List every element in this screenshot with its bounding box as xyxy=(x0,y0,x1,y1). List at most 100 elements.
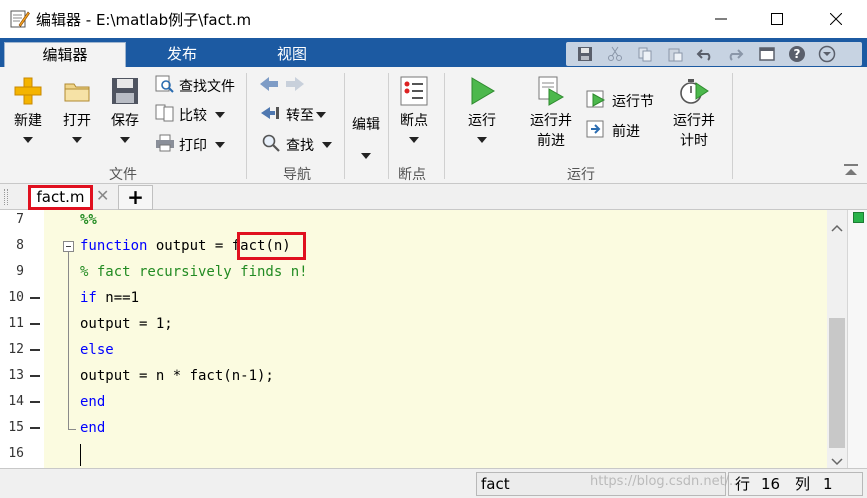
breakpoint-dash[interactable] xyxy=(30,401,40,403)
keyword: if xyxy=(80,290,97,306)
breakpoint-dash[interactable] xyxy=(30,297,40,299)
edit-button[interactable]: 编辑 xyxy=(346,115,386,163)
find-label: 查找 xyxy=(286,138,314,154)
back-forward-buttons[interactable] xyxy=(258,75,310,97)
close-window-button[interactable] xyxy=(808,0,864,38)
breakpoint-dash[interactable] xyxy=(30,375,40,377)
vertical-scrollbar[interactable] xyxy=(827,210,847,468)
keyword: end xyxy=(80,420,106,436)
scrollbar-thumb[interactable] xyxy=(829,318,845,448)
code-analyzer-strip xyxy=(847,210,867,468)
help-icon[interactable]: ? xyxy=(786,44,808,64)
run-and-advance-button[interactable]: 运行并 前进 xyxy=(522,75,580,151)
file-group-label: 文件 xyxy=(109,167,137,183)
compare-button[interactable]: 比较 xyxy=(155,104,225,126)
breakpoints-button[interactable]: 断点 xyxy=(392,75,436,147)
line-number: 13 xyxy=(8,368,24,383)
cursor-position: 行 16 列 1 xyxy=(728,472,863,496)
run-button[interactable]: 运行 xyxy=(458,75,506,147)
print-button[interactable]: 打印 xyxy=(155,134,225,156)
run-advance-label-2: 前进 xyxy=(537,133,565,149)
code-editor[interactable]: 7 %% 8 function output = fact(n) 9 % fac… xyxy=(0,210,867,468)
tab-editor[interactable]: 编辑器 xyxy=(4,42,126,67)
chevron-down-icon xyxy=(409,137,419,143)
run-and-time-button[interactable]: 运行并 计时 xyxy=(664,75,724,151)
search-icon xyxy=(262,134,286,156)
forward-arrow-icon[interactable] xyxy=(284,75,310,97)
code-text: if n==1 xyxy=(80,285,139,311)
code-line: 7 %% xyxy=(0,207,827,233)
ribbon-tab-strip: 编辑器 发布 视图 ? xyxy=(0,38,867,67)
drag-grip-icon[interactable] xyxy=(4,189,8,205)
tab-publish[interactable]: 发布 xyxy=(130,42,234,67)
col-label: 列 xyxy=(795,475,811,493)
breakpoint-dash[interactable] xyxy=(30,323,40,325)
tab-view[interactable]: 视图 xyxy=(240,42,344,67)
code-analyzer-ok-indicator[interactable] xyxy=(853,212,864,223)
dropdown-icon[interactable] xyxy=(816,44,838,64)
cut-icon[interactable] xyxy=(604,44,626,64)
code-line: 9 % fact recursively finds n! xyxy=(0,259,827,285)
close-tab-icon[interactable]: ✕ xyxy=(96,188,110,204)
run-advance-icon xyxy=(535,76,567,111)
run-section-icon xyxy=(586,89,612,113)
save-icon[interactable] xyxy=(574,44,596,64)
chevron-down-icon xyxy=(72,137,82,143)
breakpoints-label: 断点 xyxy=(400,113,428,129)
code-segment: n==1 xyxy=(96,290,140,306)
compare-icon xyxy=(155,104,179,126)
back-arrow-icon[interactable] xyxy=(258,75,284,97)
play-icon xyxy=(466,77,498,111)
code-line: 8 function output = fact(n) xyxy=(0,233,827,259)
line-number: 9 xyxy=(16,264,24,279)
chevron-down-icon xyxy=(316,112,326,118)
maximize-button[interactable] xyxy=(749,0,805,38)
watermark: https://blog.csdn.net/... xyxy=(590,474,742,489)
redo-icon[interactable] xyxy=(724,44,746,64)
text-cursor xyxy=(80,444,81,466)
keyword: else xyxy=(80,342,114,358)
new-label: 新建 xyxy=(14,113,42,129)
run-group-label: 运行 xyxy=(567,167,595,183)
group-divider xyxy=(444,73,445,179)
code-text: %% xyxy=(80,212,97,228)
chevron-down-icon xyxy=(322,142,332,148)
goto-label: 转至 xyxy=(286,108,314,124)
line-number: 14 xyxy=(8,394,24,409)
find-files-button[interactable]: 查找文件 xyxy=(155,75,235,97)
window-icon[interactable] xyxy=(756,44,778,64)
run-time-label-1: 运行并 xyxy=(673,113,715,129)
code-line: 10 if n==1 xyxy=(0,285,827,311)
breakpoints-group-label: 断点 xyxy=(398,167,426,183)
minimize-button[interactable] xyxy=(693,0,749,38)
breakpoint-dash[interactable] xyxy=(30,427,40,429)
undo-icon[interactable] xyxy=(694,44,716,64)
collapse-ribbon-icon[interactable] xyxy=(843,163,859,181)
run-section-label: 运行节 xyxy=(612,94,654,110)
comment-text: % fact recursively finds n! xyxy=(80,264,308,280)
code-line: 14 end xyxy=(0,389,827,415)
find-button[interactable]: 查找 xyxy=(262,134,332,156)
chevron-down-icon xyxy=(215,112,225,118)
run-section-button[interactable]: 运行节 xyxy=(586,90,654,112)
paste-icon[interactable] xyxy=(664,44,686,64)
advance-button[interactable]: 前进 xyxy=(586,120,640,142)
col-value: 1 xyxy=(823,475,833,493)
title-bar: 编辑器 - E:\matlab例子\fact.m xyxy=(0,0,867,38)
scroll-up-icon[interactable] xyxy=(831,220,843,236)
chevron-down-icon xyxy=(215,142,225,148)
goto-button[interactable]: 转至 xyxy=(260,104,326,126)
line-number: 12 xyxy=(8,342,24,357)
advance-label: 前进 xyxy=(612,124,640,140)
line-number: 11 xyxy=(8,316,24,331)
open-button[interactable]: 打开 xyxy=(56,75,98,147)
floppy-icon xyxy=(109,78,141,111)
ribbon-toolbar: 新建 打开 保存 查找文件 比较 打印 文件 转至 查找 导航 编辑 断点 断点… xyxy=(0,67,867,184)
copy-icon[interactable] xyxy=(634,44,656,64)
folder-icon xyxy=(61,83,93,111)
breakpoint-dash[interactable] xyxy=(30,349,40,351)
group-divider xyxy=(344,73,345,179)
code-line: 13 output = n * fact(n-1); xyxy=(0,363,827,389)
new-button[interactable]: 新建 xyxy=(6,75,50,147)
save-button[interactable]: 保存 xyxy=(104,75,146,147)
